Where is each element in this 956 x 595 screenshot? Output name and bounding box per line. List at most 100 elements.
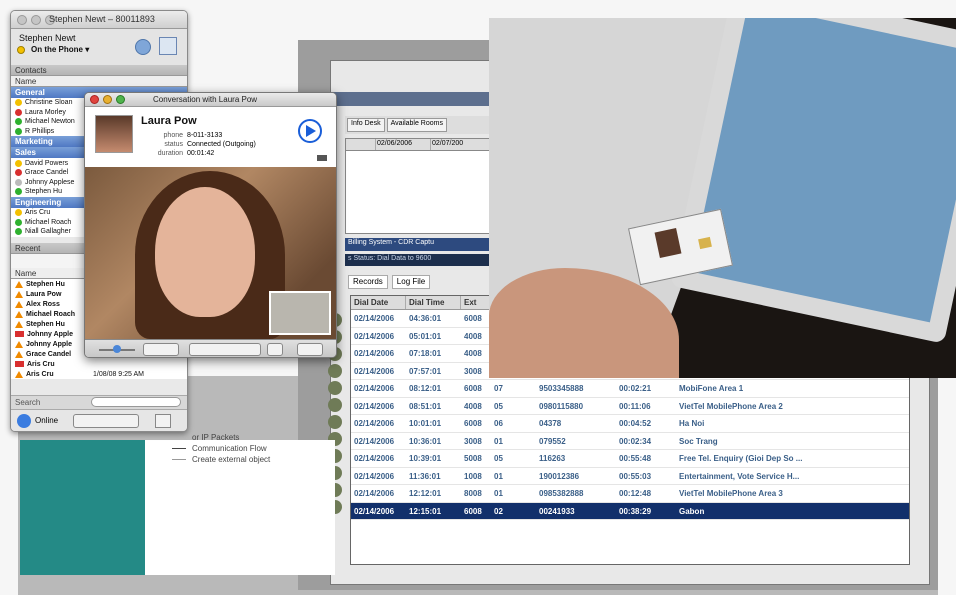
search-input[interactable] [91, 397, 181, 407]
tab-log-file[interactable]: Log File [391, 275, 431, 289]
detail-value: 8-011-3133 [187, 132, 223, 139]
billing-tabs: Info Desk Available Rooms [345, 116, 490, 134]
minimize-button[interactable] [103, 95, 112, 104]
presence-icon [15, 178, 22, 186]
screen-share-button[interactable] [267, 343, 283, 356]
dialpad-button[interactable] [155, 414, 171, 428]
hold-transfer-buttons[interactable] [143, 343, 179, 356]
table-cell: 4008 [464, 401, 482, 411]
table-cell: 06 [494, 419, 503, 428]
note-button[interactable] [159, 37, 177, 55]
table-cell: VietTel MobilePhone Area 2 [679, 401, 783, 411]
table-cell: 02/14/2006 [354, 436, 395, 446]
table-cell: 116263 [539, 454, 566, 463]
contact-name: Stephen Hu [25, 188, 62, 196]
contact-name: Johnny Applese [25, 178, 75, 186]
warning-icon [15, 300, 23, 308]
legend-line-icon [172, 448, 186, 449]
table-cell: 00:02:34 [619, 436, 652, 446]
conversation-titlebar[interactable]: Conversation with Laura Pow [85, 93, 336, 107]
tab-records[interactable]: Records [348, 275, 388, 289]
video-call-button[interactable] [135, 39, 151, 55]
user-header: Stephen Newt On the Phone ▾ [11, 29, 187, 65]
tab-available-rooms[interactable]: Available Rooms [386, 118, 447, 132]
video-feed [85, 167, 336, 339]
recent-item[interactable]: Aris Cru [11, 359, 187, 369]
table-cell: 02/14/2006 [354, 489, 395, 498]
contact-window-titlebar[interactable]: Stephen Newt – 80011893 [11, 11, 187, 29]
recent-name: Alex Ross [26, 300, 60, 308]
table-cell: 4008 [464, 349, 482, 358]
table-row[interactable]: 02/14/2006 10:36:01 3008 01 079552 00:02:34 So… [351, 433, 909, 450]
table-row[interactable]: 02/14/2006 11:36:01 1008 01 190012386 00:55:0… [351, 468, 909, 485]
table-cell: 6008 [464, 314, 482, 323]
contact-name: Michael Newton [25, 118, 75, 126]
presence-icon [15, 209, 22, 217]
table-row[interactable]: 02/14/2006 12:15:01 6008 02 00241933 00:38:29… [351, 502, 909, 520]
table-cell: 6008 [464, 506, 482, 516]
col-dial-date[interactable]: Dial Date [351, 296, 406, 309]
contact-name: Aris Cru [25, 209, 51, 217]
table-cell: 6008 [464, 419, 482, 428]
table-cell: 07:18:01 [409, 349, 442, 358]
contact-name: Niall Gallagher [25, 228, 71, 236]
recent-name: Stephen Hu [26, 280, 65, 288]
close-button[interactable] [90, 95, 99, 104]
presence-icon [15, 169, 22, 177]
call-controls [85, 339, 336, 357]
detail-label: phone [163, 132, 183, 139]
table-row[interactable]: 02/14/2006 08:12:01 6008 07 9503345888 00:02:… [351, 380, 909, 398]
contact-name: Laura Morley [25, 108, 66, 116]
zoom-button[interactable] [116, 95, 125, 104]
table-cell: 4008 [464, 331, 482, 341]
settings-gear-icon[interactable] [297, 343, 323, 356]
table-cell: 02/14/2006 [354, 314, 395, 323]
table-cell: 04:36:01 [409, 314, 442, 323]
table-row[interactable]: 02/14/2006 10:39:01 5008 05 116263 00:55:48 Fr… [351, 450, 909, 468]
name-column-header[interactable]: Name [11, 76, 187, 87]
contact-name: Grace Candel [25, 169, 69, 177]
table-cell: 10:39:01 [409, 454, 442, 463]
table-cell: 8008 [464, 489, 482, 498]
col-ext[interactable]: Ext [461, 296, 491, 309]
volume-slider[interactable] [91, 343, 137, 356]
recent-name: Laura Pow [26, 290, 62, 298]
table-cell: 00:38:29 [619, 506, 652, 516]
caller-name: Laura Pow [141, 115, 197, 127]
minimize-button[interactable] [31, 15, 41, 25]
legend-item: Communication Flow [172, 443, 332, 454]
col-dial-time[interactable]: Dial Time [406, 296, 461, 309]
action-buttons[interactable] [73, 414, 139, 428]
table-cell: 190012386 [539, 471, 580, 481]
online-status-icon[interactable] [17, 414, 31, 428]
table-cell: 05 [494, 401, 503, 411]
table-cell: 0985382888 [539, 489, 584, 498]
recent-name: Michael Roach [26, 310, 76, 318]
warning-icon [15, 280, 23, 288]
presence-icon [15, 228, 22, 236]
media-controls[interactable] [189, 343, 261, 356]
recent-name: Aris Cru [26, 370, 54, 378]
table-row[interactable]: 02/14/2006 08:51:01 4008 05 0980115880 00:11:… [351, 398, 909, 415]
tab-info-desk[interactable]: Info Desk [347, 118, 385, 132]
table-row[interactable]: 02/14/2006 12:12:01 8008 01 0985382888 00:12:… [351, 485, 909, 503]
status-dropdown[interactable]: On the Phone ▾ [31, 45, 89, 54]
table-cell: 02/14/2006 [354, 471, 395, 481]
date-header: 02/07/200 [432, 140, 464, 147]
table-cell: Gabon [679, 506, 705, 516]
self-view-pip[interactable] [269, 291, 331, 335]
table-cell: 01 [494, 471, 503, 481]
contacts-section-header[interactable]: Contacts [11, 65, 187, 76]
contact-name: Michael Roach [25, 218, 72, 226]
table-row[interactable]: 02/14/2006 10:01:01 6008 06 04378 00:04:52 Ha … [351, 415, 909, 433]
play-icon [306, 125, 316, 137]
camera-icon [317, 155, 327, 161]
table-cell: 02/14/2006 [354, 454, 395, 463]
close-button[interactable] [17, 15, 27, 25]
call-detail-row: duration 00:01:42 [133, 149, 256, 158]
search-section[interactable]: Search [11, 395, 187, 409]
warning-icon [15, 310, 23, 318]
recent-item[interactable]: Aris Cru 1/08/08 9:25 AM [11, 369, 187, 379]
warning-icon [15, 370, 23, 378]
table-cell: 07:57:01 [409, 366, 442, 376]
